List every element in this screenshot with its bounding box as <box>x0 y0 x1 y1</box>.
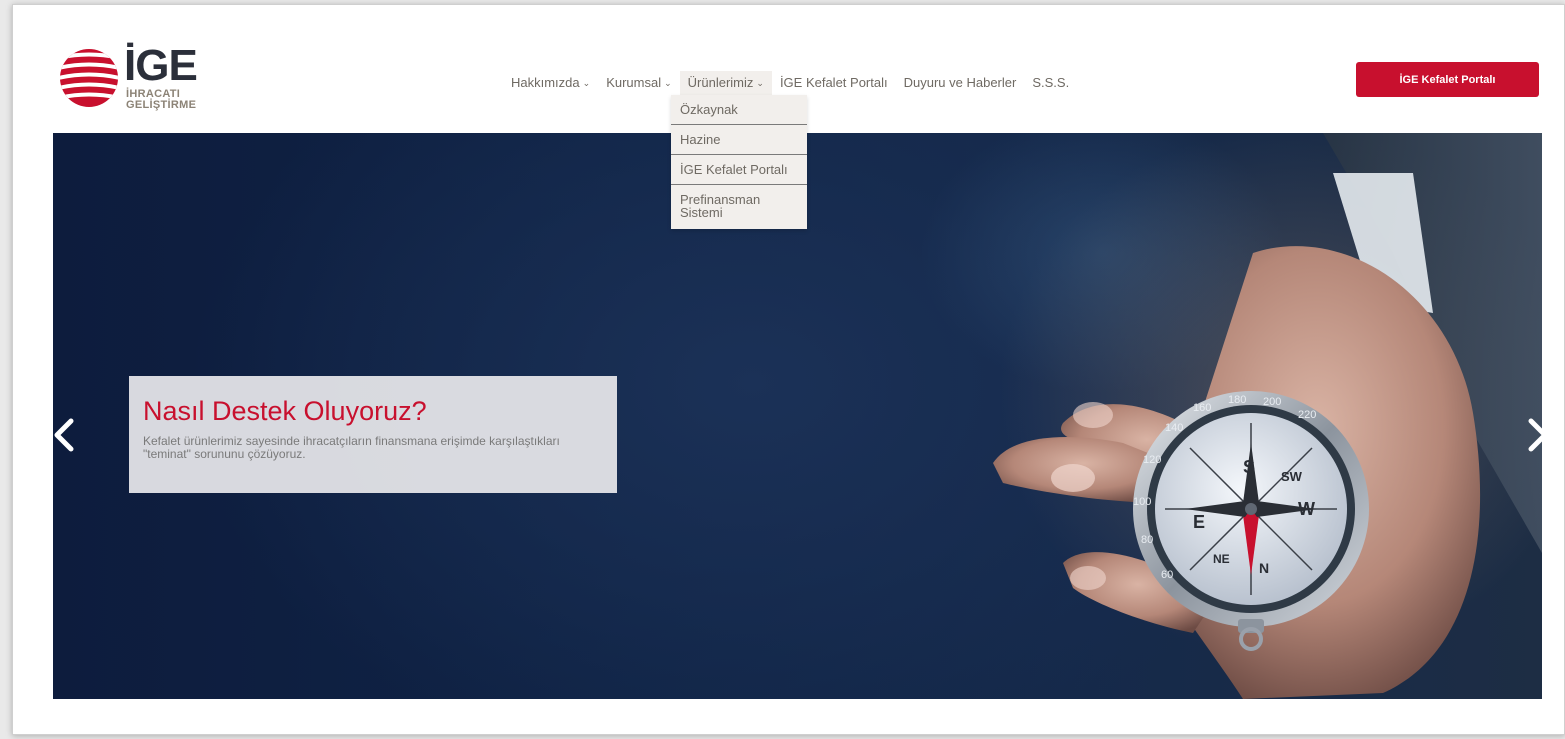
compass-mark-160: 160 <box>1193 402 1211 414</box>
compass-mark-200: 200 <box>1263 396 1281 408</box>
logo-subtitle-line2: GELİŞTİRME <box>126 99 197 111</box>
nav-item-kefalet-portali[interactable]: İGE Kefalet Portalı <box>772 71 896 95</box>
dropdown-item-ozkaynak[interactable]: Özkaynak <box>671 95 807 125</box>
ige-logo[interactable]: İGE İHRACATI GELİŞTİRME <box>58 41 218 113</box>
compass-mark-S: S <box>1243 457 1255 477</box>
compass-mark-140: 140 <box>1165 422 1183 434</box>
logo-globe-icon <box>60 49 118 107</box>
chevron-down-icon: ⌄ <box>664 78 672 88</box>
nav-item-sss[interactable]: S.S.S. <box>1024 71 1077 95</box>
compass-mark-W: W <box>1298 499 1315 519</box>
hero-title: Nasıl Destek Oluyoruz? <box>143 396 427 426</box>
hero-caption-box: Nasıl Destek Oluyoruz? Kefalet ürünlerim… <box>129 376 617 493</box>
dropdown-item-prefinansman[interactable]: Prefinansman Sistemi <box>671 185 807 229</box>
compass-mark-180: 180 <box>1228 394 1246 406</box>
products-dropdown-menu: Özkaynak Hazine İGE Kefalet Portalı Pref… <box>671 95 807 229</box>
compass-mark-NE: NE <box>1213 552 1230 566</box>
chevron-down-icon: ⌄ <box>582 78 591 88</box>
nav-item-kurumsal[interactable]: Kurumsal ⌄ <box>598 71 679 95</box>
compass-mark-60: 60 <box>1161 569 1173 581</box>
chevron-right-icon[interactable] <box>1525 415 1542 455</box>
nav-item-label: İGE Kefalet Portalı <box>779 75 888 90</box>
nav-item-label: Hakkımızda <box>511 75 580 90</box>
nav-item-label: Ürünlerimiz <box>687 75 754 90</box>
nav-item-label: Duyuru ve Haberler <box>903 75 1017 90</box>
compass-mark-E: E <box>1193 512 1205 532</box>
kefalet-portal-button[interactable]: İGE Kefalet Portalı <box>1356 62 1539 97</box>
hero-description: Kefalet ürünlerimiz sayesinde ihracatçıl… <box>143 434 560 461</box>
nav-item-label: S.S.S. <box>1032 75 1070 90</box>
compass-mark-220: 220 <box>1298 409 1316 421</box>
browser-window: İGE İHRACATI GELİŞTİRME Hakkımızda ⌄ Kuru… <box>12 4 1565 735</box>
compass-mark-SW: SW <box>1281 469 1303 484</box>
dropdown-item-kefalet-portali[interactable]: İGE Kefalet Portalı <box>671 155 807 185</box>
compass-mark-120: 120 <box>1143 454 1161 466</box>
main-nav: Hakkımızda ⌄ Kurumsal ⌄ Ürünlerimiz ⌄ İGE K… <box>503 71 1077 95</box>
compass-mark-80: 80 <box>1141 534 1153 546</box>
dropdown-item-hazine[interactable]: Hazine <box>671 125 807 155</box>
nav-item-urunlerimiz[interactable]: Ürünlerimiz ⌄ <box>679 71 772 95</box>
chevron-down-icon: ⌄ <box>756 78 764 88</box>
nav-item-duyuru-ve-haberler[interactable]: Duyuru ve Haberler <box>896 71 1025 95</box>
chevron-left-icon[interactable] <box>53 415 77 455</box>
compass-mark-N: N <box>1259 560 1269 576</box>
logo-wordmark: İGE <box>124 41 198 90</box>
compass-mark-100: 100 <box>1133 496 1151 508</box>
nav-item-label: Kurumsal <box>606 75 662 90</box>
nav-item-hakkimizda[interactable]: Hakkımızda ⌄ <box>503 71 598 95</box>
